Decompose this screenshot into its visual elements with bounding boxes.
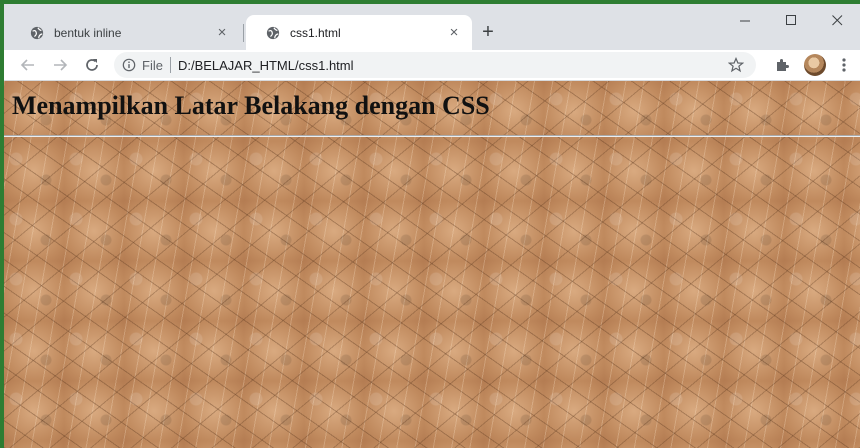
tab-title: bentuk inline <box>54 25 122 40</box>
reload-button[interactable] <box>80 53 104 77</box>
tab-close-button[interactable]: × <box>446 24 462 41</box>
address-bar[interactable]: File D:/BELAJAR_HTML/css1.html <box>114 52 756 78</box>
tab-title: css1.html <box>290 25 341 40</box>
page-viewport: Menampilkan Latar Belakang dengan CSS <box>4 81 860 448</box>
browser-window: bentuk inline × css1.html × + File D:/BE… <box>0 0 860 448</box>
forward-button[interactable] <box>48 53 72 77</box>
new-tab-button[interactable]: + <box>478 22 498 42</box>
minimize-button[interactable] <box>722 4 768 36</box>
tab-strip: bentuk inline × css1.html × + <box>4 4 860 50</box>
menu-icon <box>842 58 846 72</box>
avatar[interactable] <box>804 54 826 76</box>
tab-css1[interactable]: css1.html × <box>246 15 472 50</box>
scheme-label: File <box>142 57 163 73</box>
reload-icon <box>86 59 98 71</box>
menu-button[interactable] <box>836 55 852 75</box>
window-controls <box>722 4 860 36</box>
page-heading: Menampilkan Latar Belakang dengan CSS <box>12 91 490 120</box>
back-button[interactable] <box>16 53 40 77</box>
tab-separator <box>243 24 244 42</box>
info-icon[interactable] <box>122 58 136 72</box>
forward-arrow-icon <box>54 59 68 71</box>
globe-icon <box>30 26 44 39</box>
url-text[interactable]: D:/BELAJAR_HTML/css1.html <box>178 58 354 73</box>
scheme-separator <box>169 57 171 73</box>
maximize-button[interactable] <box>768 4 814 36</box>
close-window-button[interactable] <box>814 4 860 36</box>
globe-icon <box>266 26 280 39</box>
tab-close-button[interactable]: × <box>214 24 230 41</box>
extensions-icon <box>777 59 789 71</box>
tab-bentuk-inline[interactable]: bentuk inline × <box>10 15 240 50</box>
maximize-icon <box>785 14 796 25</box>
extensions-button[interactable] <box>772 55 792 75</box>
close-icon <box>831 14 842 25</box>
horizontal-rule <box>4 135 860 137</box>
star-icon[interactable] <box>728 57 744 73</box>
toolbar: File D:/BELAJAR_HTML/css1.html <box>4 50 860 81</box>
back-arrow-icon <box>20 59 34 71</box>
minimize-icon <box>739 20 750 21</box>
